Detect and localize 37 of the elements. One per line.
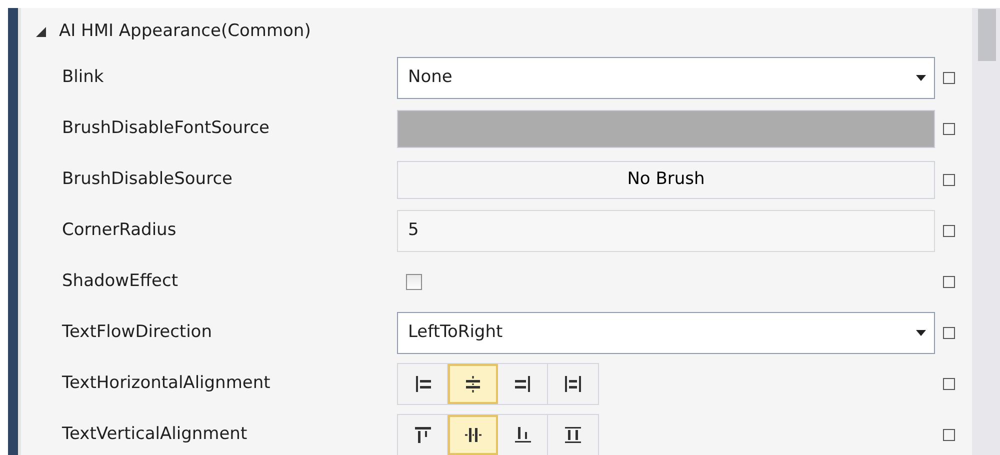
property-marker-icon[interactable] bbox=[943, 174, 955, 186]
color-swatch[interactable] bbox=[397, 110, 935, 148]
expander-triangle-icon[interactable] bbox=[35, 26, 47, 38]
checkbox[interactable] bbox=[406, 274, 422, 290]
property-label: TextHorizontalAlignment bbox=[61, 372, 272, 395]
dropdown[interactable]: None bbox=[397, 56, 935, 98]
align-stretch-icon bbox=[563, 374, 583, 394]
property-label: TextVerticalAlignment bbox=[61, 422, 248, 446]
text-field[interactable]: 5 bbox=[397, 210, 935, 252]
property-label: ShadowEffect bbox=[61, 270, 180, 293]
align-fill-icon bbox=[563, 424, 583, 444]
property-label: TextFlowDirection bbox=[61, 320, 213, 344]
caret-icon bbox=[916, 330, 926, 336]
dropdown[interactable]: LeftToRight bbox=[397, 312, 935, 354]
align-right-icon bbox=[512, 374, 532, 394]
property-marker-icon[interactable] bbox=[943, 378, 955, 390]
align-top-icon bbox=[412, 424, 432, 444]
section-title: AI HMI Appearance(Common) bbox=[59, 20, 311, 44]
property-marker-icon[interactable] bbox=[943, 72, 955, 84]
alignment-button-group[interactable] bbox=[397, 414, 599, 455]
property-label: CornerRadius bbox=[61, 218, 178, 242]
align-bottom-icon bbox=[512, 424, 532, 444]
property-label: BrushDisableFontSource bbox=[61, 116, 271, 140]
property-label: Blink bbox=[61, 66, 105, 89]
scrollbar-thumb[interactable] bbox=[978, 9, 996, 61]
alignment-button[interactable] bbox=[448, 364, 498, 404]
property-label: BrushDisableSource bbox=[61, 168, 234, 191]
alignment-button-group[interactable] bbox=[397, 362, 599, 404]
property-marker-icon[interactable] bbox=[943, 122, 955, 134]
caret-icon bbox=[916, 74, 926, 80]
scrollbar[interactable] bbox=[972, 8, 1000, 455]
property-marker-icon[interactable] bbox=[943, 326, 955, 338]
property-marker-icon[interactable] bbox=[943, 224, 955, 236]
brush-button[interactable]: No Brush bbox=[397, 160, 935, 198]
alignment-button[interactable] bbox=[448, 414, 498, 454]
property-marker-icon[interactable] bbox=[943, 276, 955, 288]
property-marker-icon[interactable] bbox=[943, 428, 955, 440]
